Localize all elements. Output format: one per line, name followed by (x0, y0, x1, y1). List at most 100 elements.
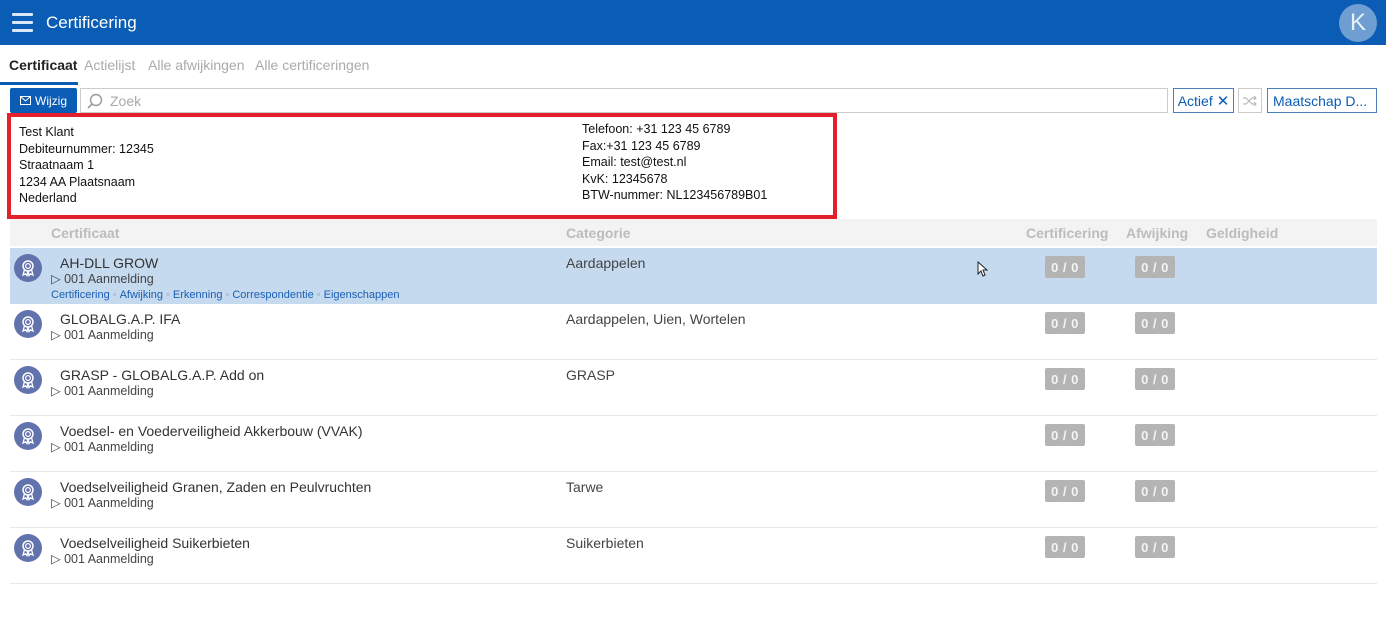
certificate-title[interactable]: Voedselveiligheid Suikerbieten (60, 535, 250, 551)
certificate-status[interactable]: ▷ 001 Aanmelding (51, 327, 154, 342)
client-fax: Fax:+31 123 45 6789 (582, 138, 701, 153)
client-phone: Telefoon: +31 123 45 6789 (582, 122, 731, 136)
tab-certificaat[interactable]: Certificaat (9, 57, 77, 73)
client-address: Test Klant Debiteurnummer: 12345 Straatn… (19, 124, 154, 207)
user-avatar[interactable]: K (1339, 4, 1377, 42)
certificate-category: Aardappelen, Uien, Wortelen (566, 311, 746, 327)
company-filter-button[interactable]: Maatschap D... (1267, 88, 1377, 113)
award-ribbon-icon (21, 484, 35, 501)
shuffle-icon (1243, 95, 1257, 106)
link-separator: ◦ (225, 289, 230, 301)
row-link-correspondentie[interactable]: Correspondentie (232, 289, 313, 301)
deviation-count-badge: 0 / 0 (1135, 312, 1175, 334)
tab-alle-certificeringen[interactable]: Alle certificeringen (255, 57, 369, 73)
client-info-panel: Test Klant Debiteurnummer: 12345 Straatn… (7, 113, 837, 219)
table-row[interactable]: Voedselveiligheid Suikerbieten ▷ 001 Aanm… (10, 528, 1377, 584)
search-box (80, 88, 1168, 113)
certificate-icon (14, 310, 42, 338)
certificate-status[interactable]: ▷ 001 Aanmelding (51, 439, 154, 454)
certificate-icon (14, 366, 42, 394)
edit-button[interactable]: Wijzig (10, 88, 77, 113)
toolbar: Wijzig Actief ✕ Maatschap D... (0, 87, 1386, 115)
deviation-count-badge: 0 / 0 (1135, 480, 1175, 502)
link-separator: ◦ (316, 289, 321, 301)
envelope-icon (20, 96, 31, 105)
column-header-geldigheid[interactable]: Geldigheid (1206, 225, 1278, 241)
link-separator: ◦ (112, 289, 117, 301)
certificate-status[interactable]: ▷ 001 Aanmelding (51, 271, 154, 286)
certificate-icon (14, 254, 42, 282)
table-row[interactable]: GLOBALG.A.P. IFA ▷ 001 Aanmelding Aardappe… (10, 304, 1377, 360)
certification-count-badge: 0 / 0 (1045, 536, 1085, 558)
active-filter-label: Actief (1177, 92, 1213, 109)
deviation-count-badge: 0 / 0 (1135, 536, 1175, 558)
certificate-icon (14, 534, 42, 562)
client-street: Straatnaam 1 (19, 158, 95, 172)
client-vat: BTW-nummer: NL123456789B01 (582, 188, 768, 202)
client-contact: Telefoon: +31 123 45 6789 Fax:+31 123 45… (582, 121, 767, 204)
award-ribbon-icon (21, 316, 35, 333)
row-link-afwijking[interactable]: Afwijking (120, 289, 163, 301)
certification-count-badge: 0 / 0 (1045, 256, 1085, 278)
deviation-count-badge: 0 / 0 (1135, 424, 1175, 446)
certificate-category: Aardappelen (566, 255, 646, 271)
client-city: 1234 AA Plaatsnaam (19, 174, 136, 189)
certificate-title[interactable]: AH-DLL GROW (60, 255, 158, 271)
certification-count-badge: 0 / 0 (1045, 480, 1085, 502)
certification-count-badge: 0 / 0 (1045, 368, 1085, 390)
tab-bar: Certificaat Actielijst Alle afwijkingen … (0, 45, 1386, 85)
column-header-categorie[interactable]: Categorie (566, 225, 631, 241)
table-row[interactable]: AH-DLL GROW ▷ 001 Aanmelding Aardappelen 0 … (10, 248, 1377, 304)
row-link-certificering[interactable]: Certificering (51, 289, 110, 301)
award-ribbon-icon (21, 540, 35, 557)
column-header-certificaat[interactable]: Certificaat (51, 225, 119, 241)
edit-button-label: Wijzig (35, 93, 67, 108)
certificate-icon (14, 478, 42, 506)
row-link-eigenschappen[interactable]: Eigenschappen (324, 289, 400, 301)
app-title: Certificering (46, 13, 137, 32)
certificate-status[interactable]: ▷ 001 Aanmelding (51, 495, 154, 510)
client-debtor-number: Debiteurnummer: 12345 (19, 141, 154, 156)
certificate-status[interactable]: ▷ 001 Aanmelding (51, 551, 154, 566)
certification-count-badge: 0 / 0 (1045, 312, 1085, 334)
certificate-title[interactable]: Voedsel- en Voederveiligheid Akkerbouw (… (60, 423, 362, 439)
tab-actielijst[interactable]: Actielijst (84, 57, 135, 73)
column-header-afwijking[interactable]: Afwijking (1126, 225, 1188, 241)
search-icon (87, 93, 103, 109)
award-ribbon-icon (21, 260, 35, 277)
column-header-certificering[interactable]: Certificering (1026, 225, 1108, 241)
client-name: Test Klant (19, 125, 74, 139)
table-header: Certificaat Categorie Certificering Afwi… (10, 219, 1377, 246)
link-separator: ◦ (166, 289, 170, 301)
hamburger-menu-icon[interactable] (12, 13, 33, 32)
deviation-count-badge: 0 / 0 (1135, 256, 1175, 278)
certificate-title[interactable]: GRASP - GLOBALG.A.P. Add on (60, 367, 264, 383)
close-icon[interactable]: ✕ (1217, 92, 1230, 110)
award-ribbon-icon (21, 428, 35, 445)
client-email: Email: test@test.nl (582, 155, 687, 169)
certificate-title[interactable]: GLOBALG.A.P. IFA (60, 311, 180, 327)
certificate-icon (14, 422, 42, 450)
tab-alle-afwijkingen[interactable]: Alle afwijkingen (148, 57, 245, 73)
row-action-links: Certificering ◦ Afwijking ◦ Erkenning ◦ Corres… (51, 289, 399, 301)
certification-count-badge: 0 / 0 (1045, 424, 1085, 446)
client-country: Nederland (19, 191, 77, 205)
certificate-category: GRASP (566, 367, 616, 383)
certificate-status[interactable]: ▷ 001 Aanmelding (51, 383, 154, 398)
award-ribbon-icon (21, 372, 35, 389)
mouse-cursor-icon (977, 261, 988, 277)
certificate-title[interactable]: Voedselveiligheid Granen, Zaden en Peulv… (60, 479, 371, 495)
active-tab-indicator (0, 82, 78, 85)
table-row[interactable]: GRASP - GLOBALG.A.P. Add on ▷ 001 Aanmeld… (10, 360, 1377, 416)
deviation-count-badge: 0 / 0 (1135, 368, 1175, 390)
certificate-category: Tarwe (566, 479, 604, 495)
client-kvk: KvK: 12345678 (582, 171, 668, 186)
certificate-category: Suikerbieten (566, 535, 644, 551)
table-row[interactable]: Voedsel- en Voederveiligheid Akkerbouw (… (10, 416, 1377, 472)
search-input[interactable] (110, 91, 1160, 111)
row-link-erkenning[interactable]: Erkenning (173, 289, 223, 301)
top-app-bar: Certificering K (0, 0, 1386, 45)
table-row[interactable]: Voedselveiligheid Granen, Zaden en Peulv… (10, 472, 1377, 528)
active-filter-chip[interactable]: Actief ✕ (1173, 88, 1234, 113)
shuffle-button[interactable] (1238, 88, 1262, 113)
